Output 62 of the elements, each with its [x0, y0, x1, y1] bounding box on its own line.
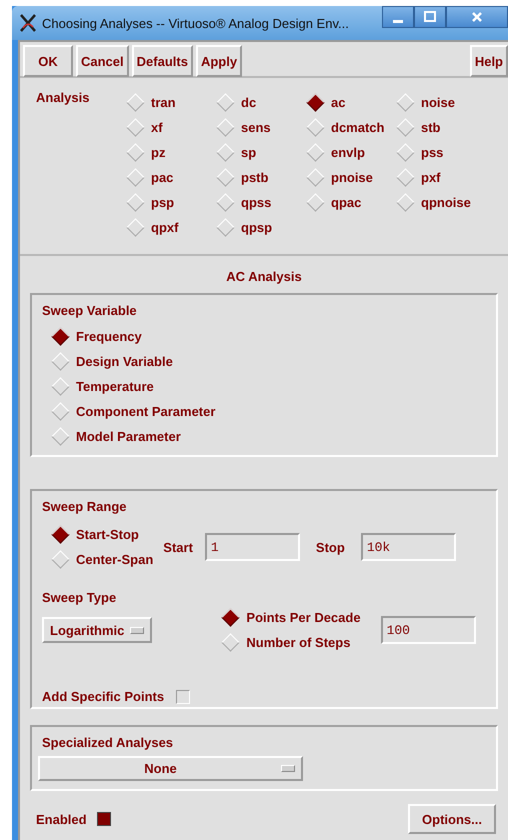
radio-label[interactable]: qpac	[331, 195, 362, 210]
section-title: AC Analysis	[225, 269, 303, 284]
maximize-icon	[423, 10, 437, 24]
radio-label[interactable]: noise	[421, 95, 455, 110]
radio-label[interactable]: tran	[151, 95, 176, 110]
radio-label[interactable]: qpnoise	[421, 195, 471, 210]
help-button[interactable]: Help	[470, 45, 508, 77]
radio-label[interactable]: qpxf	[151, 220, 178, 235]
radio-label[interactable]: Model Parameter	[76, 429, 181, 444]
minimize-button[interactable]	[382, 6, 414, 28]
panel-title: Sweep Variable	[42, 303, 138, 318]
dialog-button[interactable]: Apply	[196, 45, 242, 77]
x-logo-icon	[18, 13, 38, 33]
window-title: Choosing Analyses -- Virtuoso® Analog Design Env...	[42, 16, 349, 30]
minimize-icon	[393, 20, 403, 22]
options-button[interactable]: Options...	[408, 804, 496, 834]
add-specific-points-label: Add Specific Points	[42, 689, 164, 704]
radio-label[interactable]: Center-Span	[76, 552, 154, 567]
radio-label[interactable]: stb	[421, 120, 440, 135]
radio-label[interactable]: pac	[151, 170, 174, 185]
radio-label[interactable]: envlp	[331, 145, 365, 160]
dialog-button[interactable]: Cancel	[76, 45, 129, 77]
enabled-label: Enabled	[36, 812, 87, 826]
radio-label[interactable]: ac	[331, 95, 346, 110]
radio-label[interactable]: xf	[151, 120, 163, 135]
analysis-label: Analysis	[36, 90, 90, 107]
checkbox[interactable]	[176, 690, 190, 704]
specialized-analyses-dropdown[interactable]: None	[38, 756, 303, 781]
radio-label[interactable]: Design Variable	[76, 354, 173, 369]
dialog-button[interactable]: OK	[23, 45, 73, 77]
radio-label[interactable]: dcmatch	[331, 120, 384, 135]
enabled-checkbox[interactable]	[96, 812, 111, 826]
stop-label: Stop	[316, 540, 345, 554]
points-field[interactable]: 100	[380, 616, 476, 644]
close-button[interactable]	[446, 6, 508, 28]
radio-label[interactable]: pnoise	[331, 170, 373, 185]
sweep-type-label: Sweep Type	[42, 590, 118, 605]
dialog-button[interactable]: Defaults	[132, 45, 193, 77]
radio-label[interactable]: Frequency	[76, 329, 142, 344]
radio-label[interactable]: pxf	[421, 170, 440, 185]
radio-label[interactable]: Number of Steps	[246, 635, 350, 650]
panel-title: Specialized Analyses	[42, 735, 174, 750]
stop-field[interactable]: 10k	[360, 533, 456, 561]
radio-label[interactable]: Points Per Decade	[246, 610, 361, 625]
sweep-type-dropdown[interactable]: Logarithmic	[42, 617, 152, 643]
radio-label[interactable]: pstb	[241, 170, 268, 185]
radio-label[interactable]: dc	[241, 95, 256, 110]
radio-label[interactable]: sp	[241, 145, 256, 160]
radio-label[interactable]: Temperature	[76, 379, 154, 394]
panel-title: Sweep Range	[42, 499, 128, 514]
radio-label[interactable]: qpss	[241, 195, 272, 210]
radio-label[interactable]: pz	[151, 145, 166, 160]
radio-label[interactable]: qpsp	[241, 220, 272, 235]
maximize-button[interactable]	[414, 6, 446, 28]
radio-label[interactable]: pss	[421, 145, 444, 160]
radio-label[interactable]: Start-Stop	[76, 527, 139, 542]
start-label: Start	[163, 540, 193, 554]
radio-label[interactable]: sens	[241, 120, 271, 135]
radio-label[interactable]: Component Parameter	[76, 404, 216, 419]
radio-label[interactable]: psp	[151, 195, 174, 210]
start-field[interactable]: 1	[204, 533, 300, 561]
close-icon	[470, 10, 484, 24]
